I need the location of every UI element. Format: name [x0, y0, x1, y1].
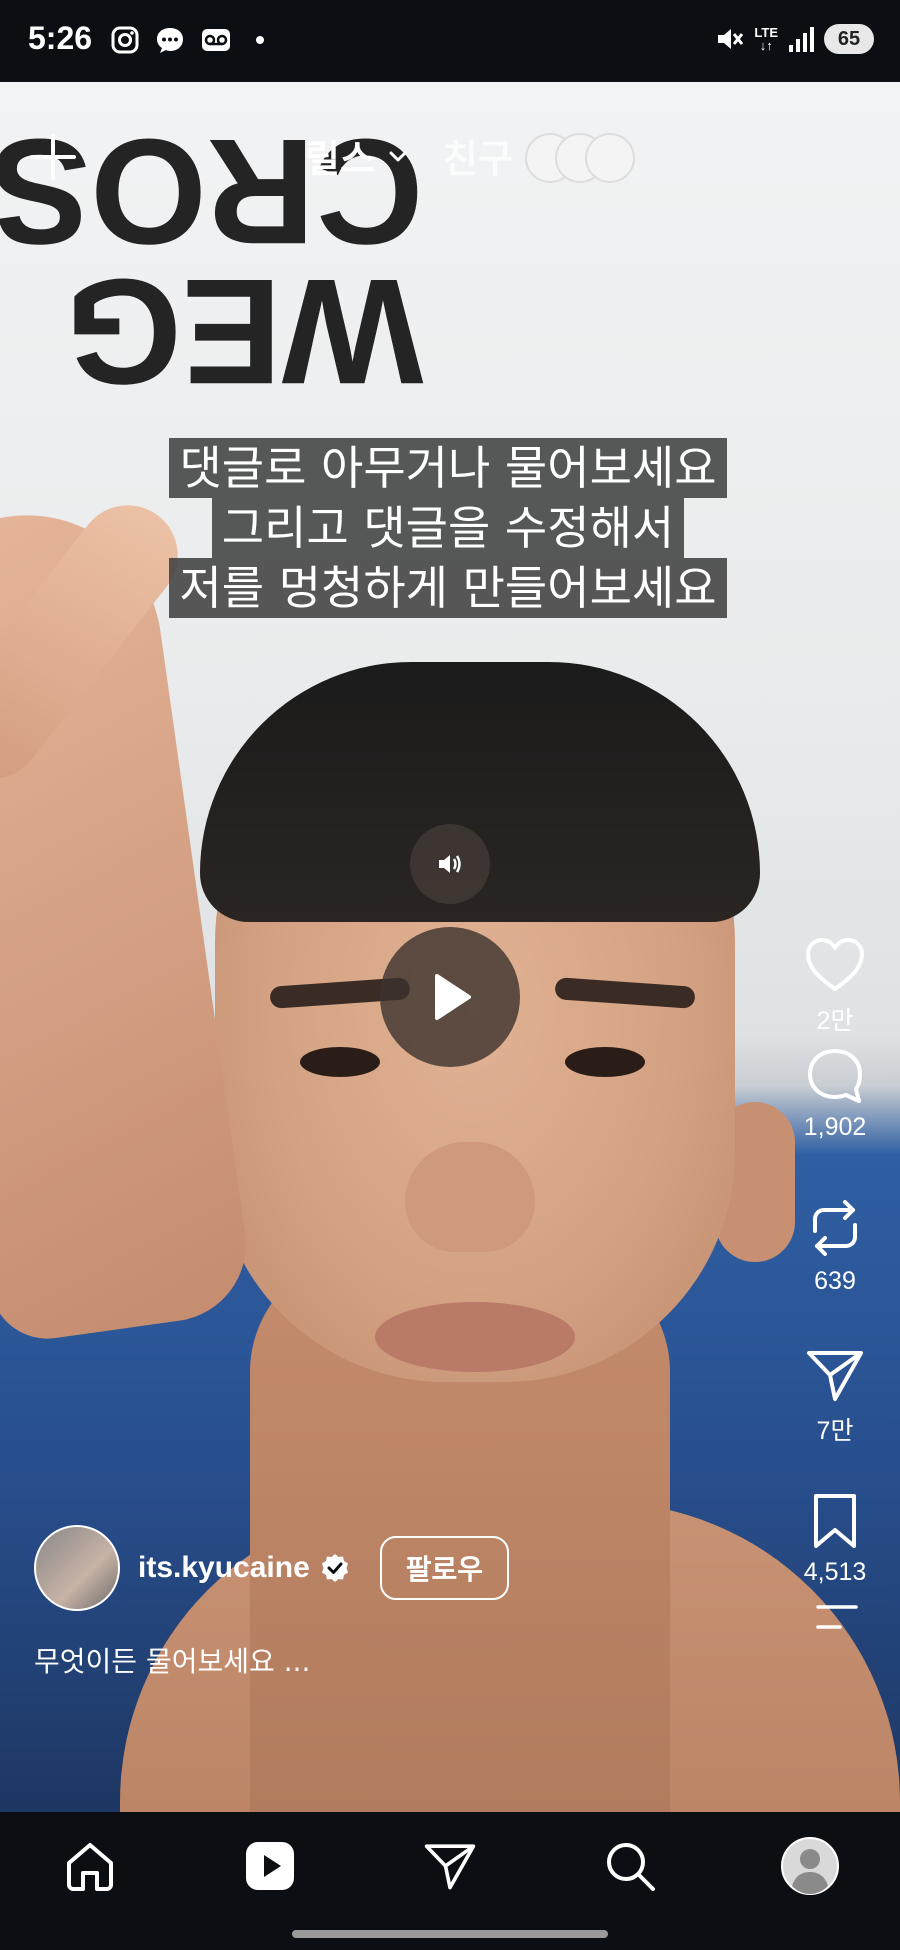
more-options[interactable] [770, 1602, 900, 1636]
follow-button[interactable]: 팔로우 [379, 1536, 510, 1600]
video-person-eye [300, 1047, 380, 1077]
nav-profile[interactable] [780, 1836, 840, 1896]
tab-reels[interactable]: 릴스 [305, 128, 375, 183]
signal-icon [789, 27, 814, 52]
author-avatar[interactable] [34, 1525, 120, 1611]
menu-lines-icon[interactable] [810, 1602, 860, 1632]
battery-indicator: 65 [824, 24, 874, 54]
gesture-home-bar[interactable] [292, 1930, 608, 1938]
share-count: 7만 [816, 1417, 854, 1445]
video-person-eye [565, 1047, 645, 1077]
chat-bubble-icon [157, 28, 183, 53]
reels-icon[interactable] [243, 1839, 297, 1893]
video-person-lips [375, 1302, 575, 1372]
caption-line: 저를 멍청하게 만들어보세요 [169, 558, 727, 618]
network-type: LTE ↓↑ [754, 25, 778, 53]
chevron-down-icon[interactable] [387, 145, 409, 167]
comment-action[interactable]: 1,902 [770, 1047, 900, 1142]
video-person-nose [405, 1142, 535, 1252]
caption-line: 댓글로 아무거나 물어보세요 [169, 438, 727, 498]
repost-icon[interactable] [805, 1197, 865, 1259]
caption-line: 그리고 댓글을 수정해서 [211, 498, 685, 558]
heart-icon[interactable] [805, 937, 865, 993]
profile-icon[interactable] [780, 1836, 840, 1896]
like-action[interactable]: 2만 [770, 937, 900, 1037]
share-action[interactable]: 7만 [770, 1347, 900, 1447]
tab-friends[interactable]: 친구 [443, 128, 513, 183]
mute-icon [718, 29, 744, 49]
sound-toggle-button[interactable] [410, 824, 490, 904]
repost-count: 639 [814, 1267, 856, 1295]
save-count: 4,513 [803, 1558, 867, 1586]
save-action[interactable]: 4,513 [770, 1492, 900, 1587]
home-icon[interactable] [63, 1839, 117, 1893]
comment-icon[interactable] [805, 1047, 865, 1105]
nav-home[interactable] [60, 1836, 120, 1896]
send-icon[interactable] [805, 1347, 865, 1403]
author-username[interactable]: its.kyucaine [138, 1551, 310, 1585]
bookmark-icon[interactable] [810, 1492, 860, 1550]
verified-badge-icon [321, 1554, 348, 1582]
reel-video[interactable]: WEG CROS 댓글로 아무거나 물어보세요 그리고 댓글을 수정해서 저를 … [0, 82, 900, 1812]
nav-direct[interactable] [420, 1836, 480, 1896]
feed-tabs: 릴스 친구 [305, 128, 635, 183]
author-row: its.kyucaine 팔로우 [34, 1525, 510, 1611]
comment-count: 1,902 [803, 1113, 867, 1141]
status-time: 5:26 [28, 20, 93, 56]
instagram-icon [111, 26, 139, 54]
status-notification-icons [110, 25, 264, 55]
nav-search[interactable] [600, 1836, 660, 1896]
status-bar: 5:26 LTE ↓↑ 65 [0, 0, 900, 82]
status-system-icons: LTE ↓↑ 65 [714, 24, 874, 54]
reel-description[interactable]: 무엇이든 물어보세요 ... [34, 1640, 310, 1680]
video-caption: 댓글로 아무거나 물어보세요 그리고 댓글을 수정해서 저를 멍청하게 만들어보… [98, 438, 798, 618]
create-plus-icon[interactable] [28, 132, 78, 182]
nav-reels[interactable] [240, 1836, 300, 1896]
repost-action[interactable]: 639 [770, 1197, 900, 1296]
play-button[interactable] [380, 927, 520, 1067]
like-count: 2만 [816, 1007, 854, 1035]
play-icon [435, 974, 471, 1020]
more-notifications-dot [256, 36, 264, 44]
speaker-icon [439, 855, 461, 873]
voicemail-icon [202, 29, 230, 51]
search-icon[interactable] [603, 1839, 657, 1893]
friend-avatars[interactable] [524, 132, 635, 183]
direct-icon[interactable] [423, 1839, 477, 1893]
